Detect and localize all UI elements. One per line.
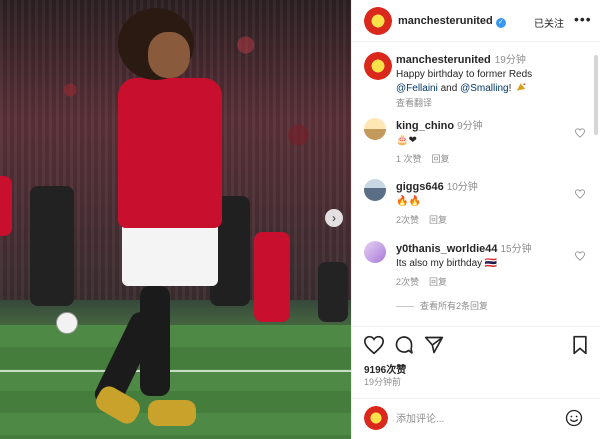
football bbox=[56, 312, 78, 334]
caption-text: and bbox=[440, 83, 458, 94]
comments-list: manchesterunited 19分钟 Happy birthday to f… bbox=[352, 43, 600, 325]
post-username[interactable]: manchesterunited ✓ bbox=[398, 15, 506, 28]
likes-count[interactable]: 9196次赞 bbox=[364, 361, 406, 376]
celebrating-player-face bbox=[148, 32, 190, 78]
heart-icon[interactable] bbox=[575, 128, 585, 138]
paper-plane-icon[interactable] bbox=[424, 335, 444, 355]
post-timestamp: 19分钟前 bbox=[364, 377, 402, 387]
comment-username[interactable]: y0thanis_worldie44 bbox=[396, 243, 498, 255]
comment-text: Its also my birthday 🇹🇭 bbox=[396, 258, 498, 269]
comment-body: y0thanis_worldie44 15分钟 Its also my birth… bbox=[396, 242, 566, 271]
comment-time: 10分钟 bbox=[446, 182, 478, 193]
mention-link[interactable]: @Fellaini bbox=[396, 83, 438, 94]
comment-composer bbox=[352, 398, 600, 439]
heart-icon[interactable] bbox=[364, 335, 384, 355]
comment-body: king_chino 9分钟 🎂❤ bbox=[396, 119, 566, 148]
see-translation-link[interactable]: 查看翻译 bbox=[396, 96, 586, 110]
caption-text: ! bbox=[508, 83, 512, 94]
heart-icon[interactable] bbox=[575, 189, 585, 199]
comment-icon[interactable] bbox=[394, 335, 414, 355]
post-photo[interactable]: › bbox=[0, 0, 351, 439]
background-player bbox=[0, 176, 12, 236]
emoji-icon[interactable] bbox=[565, 409, 583, 427]
more-icon[interactable]: ••• bbox=[574, 11, 592, 27]
heart-icon[interactable] bbox=[575, 251, 585, 261]
comment-meta: 1 次赞 回复 bbox=[396, 152, 460, 165]
reply-link[interactable]: 回复 bbox=[429, 215, 447, 225]
comment-username[interactable]: king_chino bbox=[396, 120, 454, 132]
reply-link[interactable]: 回复 bbox=[432, 154, 450, 164]
background-player bbox=[254, 232, 290, 322]
mention-link[interactable]: @Smalling bbox=[460, 83, 509, 94]
follow-state-button[interactable]: 已关注 bbox=[534, 15, 564, 30]
party-icon bbox=[517, 83, 526, 91]
bookmark-icon[interactable] bbox=[570, 335, 590, 355]
celebrating-player-leg bbox=[140, 286, 170, 396]
chevron-right-icon[interactable]: › bbox=[325, 209, 343, 227]
comment-likes[interactable]: 1 次赞 bbox=[396, 154, 422, 164]
comment-time: 15分钟 bbox=[500, 244, 532, 255]
comment-time: 9分钟 bbox=[457, 121, 483, 132]
background-player bbox=[30, 186, 74, 306]
caption-username[interactable]: manchesterunited bbox=[396, 54, 491, 66]
avatar bbox=[364, 406, 388, 430]
comment-body: giggs646 10分钟 🔥🔥 bbox=[396, 180, 566, 209]
comment-input[interactable] bbox=[396, 411, 546, 427]
avatar[interactable] bbox=[364, 241, 386, 263]
pitch-line bbox=[0, 370, 351, 372]
avatar[interactable] bbox=[364, 52, 392, 80]
verified-badge-icon: ✓ bbox=[495, 18, 506, 28]
caption-time: 19分钟 bbox=[494, 55, 526, 66]
reply-link[interactable]: 回复 bbox=[429, 277, 447, 287]
comment-likes[interactable]: 2次赞 bbox=[396, 277, 419, 287]
caption: manchesterunited 19分钟 Happy birthday to f… bbox=[396, 53, 586, 110]
avatar[interactable] bbox=[364, 179, 386, 201]
comment-username[interactable]: giggs646 bbox=[396, 181, 444, 193]
caption-text: Happy birthday to former Reds bbox=[396, 69, 533, 80]
comment-item: giggs646 10分钟 🔥🔥 2次赞 回复 bbox=[352, 177, 600, 235]
comment-text: 🎂❤ bbox=[396, 135, 417, 146]
comment-likes[interactable]: 2次赞 bbox=[396, 215, 419, 225]
scrollbar[interactable] bbox=[594, 55, 598, 135]
comment-meta: 2次赞 回复 bbox=[396, 275, 457, 288]
comment-item: king_chino 9分钟 🎂❤ 1 次赞 回复 bbox=[352, 116, 600, 174]
view-replies-link[interactable]: 查看所有2条回复 bbox=[396, 299, 488, 312]
comment-item: y0thanis_worldie44 15分钟 Its also my birth… bbox=[352, 239, 600, 297]
comment-meta: 2次赞 回复 bbox=[396, 213, 457, 226]
comment-text: 🔥🔥 bbox=[396, 196, 421, 207]
avatar[interactable] bbox=[364, 7, 392, 35]
avatar[interactable] bbox=[364, 118, 386, 140]
celebrating-player-boot bbox=[148, 400, 196, 426]
post-header: manchesterunited ✓ 已关注 ••• bbox=[352, 0, 600, 42]
background-player bbox=[318, 262, 348, 322]
post-side-panel: manchesterunited ✓ 已关注 ••• manchesterunit… bbox=[351, 0, 600, 439]
